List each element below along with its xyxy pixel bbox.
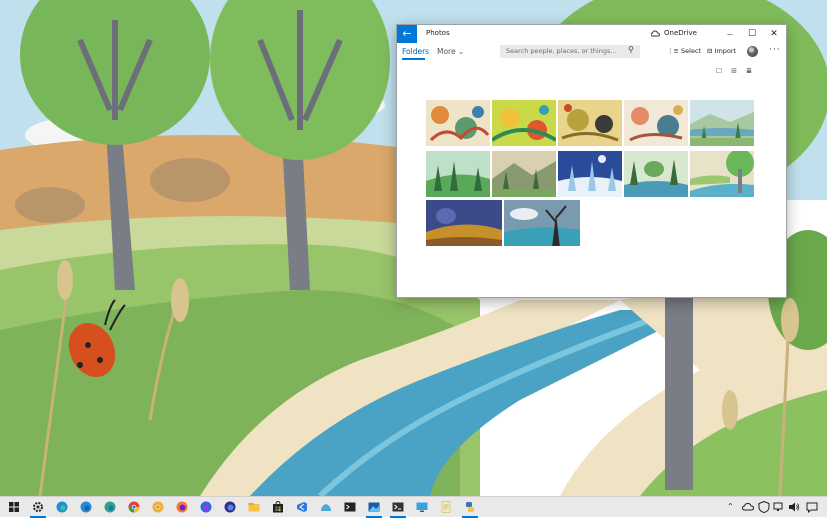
select-label: Select: [681, 47, 702, 55]
minimize-button[interactable]: —: [719, 25, 741, 43]
more-options-button[interactable]: ···: [769, 45, 781, 55]
app-title: Photos: [426, 29, 450, 37]
edge-beta-taskbar-button[interactable]: [80, 501, 92, 513]
view-medium-icon[interactable]: ⊞: [729, 66, 739, 76]
taskbar: ⌃: [0, 496, 827, 518]
show-hidden-icons-button[interactable]: ⌃: [727, 501, 734, 513]
photo-thumbnail[interactable]: [426, 100, 490, 146]
onedrive-tray-icon[interactable]: [741, 501, 755, 513]
folder-icon: [248, 503, 260, 512]
search-icon[interactable]: ⚲: [628, 45, 634, 54]
store-bag-icon: [273, 500, 283, 513]
network-icon: [773, 502, 783, 511]
security-tray-icon[interactable]: [758, 500, 770, 514]
firefox-icon: [176, 501, 188, 513]
photos-icon: [368, 502, 380, 512]
photo-thumbnail[interactable]: [624, 100, 688, 146]
firefox-nightly-taskbar-button[interactable]: [224, 501, 236, 513]
python-icon: [466, 502, 474, 512]
select-icon: ⋮≡: [667, 47, 679, 55]
photo-thumbnail[interactable]: [426, 200, 502, 246]
speaker-icon: [789, 502, 800, 512]
store-taskbar-button[interactable]: [272, 500, 284, 513]
notepad-icon: [441, 501, 451, 513]
start-button[interactable]: [8, 501, 20, 513]
remote-desktop-taskbar-button[interactable]: [416, 501, 428, 513]
notifications-tray-icon[interactable]: [806, 501, 818, 514]
cloud-tool-icon: [321, 504, 331, 511]
photo-thumbnail[interactable]: [492, 100, 556, 146]
arrow-left-icon: ←: [402, 27, 412, 40]
monitor-icon: [416, 502, 428, 512]
notepad-taskbar-button[interactable]: [440, 501, 452, 513]
firefox-taskbar-button[interactable]: [176, 501, 188, 513]
onedrive-label: OneDrive: [664, 29, 697, 37]
minimize-icon: —: [727, 31, 733, 38]
cloud-icon: [741, 502, 755, 511]
code-editor-icon: [297, 502, 307, 512]
gear-icon: [33, 502, 43, 512]
select-button[interactable]: ⋮≡ Select: [667, 47, 701, 55]
back-button[interactable]: ←: [397, 25, 417, 43]
photo-thumbnail[interactable]: [690, 151, 754, 197]
view-list-icon[interactable]: ≣: [744, 66, 754, 76]
photo-thumbnail[interactable]: [558, 100, 622, 146]
shield-icon: [758, 500, 770, 514]
close-button[interactable]: ✕: [763, 25, 785, 43]
chrome-canary-taskbar-button[interactable]: [152, 501, 164, 513]
tab-more[interactable]: More ⌄: [437, 47, 464, 56]
windows-icon: [9, 502, 19, 512]
chrome-canary-icon: [152, 501, 164, 513]
edge-beta-icon: [80, 501, 92, 513]
firefox-dev-icon: [200, 501, 212, 513]
firefox-dev-taskbar-button[interactable]: [200, 501, 212, 513]
tab-active-indicator: [402, 58, 425, 60]
photos-app-window: ← Photos OneDrive — ☐ ✕ Folders More ⌄ S…: [397, 25, 786, 297]
maximize-icon: ☐: [747, 29, 757, 39]
chrome-icon: [128, 501, 140, 513]
edge-icon: [56, 501, 68, 513]
terminal-icon: [344, 502, 356, 512]
photo-thumbnail[interactable]: [558, 151, 622, 197]
maximize-button[interactable]: ☐: [741, 25, 763, 43]
onedrive-status[interactable]: OneDrive: [651, 29, 697, 37]
import-icon: ⊟: [707, 47, 713, 55]
volume-tray-icon[interactable]: [788, 501, 800, 513]
search-placeholder: Search people, places, or things...: [506, 47, 617, 55]
search-input[interactable]: Search people, places, or things... ⚲: [500, 45, 640, 58]
photo-thumbnail[interactable]: [690, 100, 754, 146]
photo-thumbnail[interactable]: [624, 151, 688, 197]
chrome-taskbar-button[interactable]: [128, 501, 140, 513]
terminal-taskbar-button[interactable]: [344, 501, 356, 513]
photos-taskbar-button[interactable]: [368, 501, 380, 513]
edge-dev-icon: [104, 501, 116, 513]
file-explorer-taskbar-button[interactable]: [248, 501, 260, 513]
toolbar: Folders More ⌄ Search people, places, or…: [397, 43, 786, 65]
photo-thumbnail[interactable]: [492, 151, 556, 197]
powershell-taskbar-button[interactable]: [392, 501, 404, 513]
photo-thumbnail[interactable]: [504, 200, 580, 246]
settings-taskbar-button[interactable]: [32, 501, 44, 513]
title-bar: ← Photos OneDrive — ☐ ✕: [397, 25, 786, 43]
visual-studio-taskbar-button[interactable]: [296, 501, 308, 513]
edge-dev-taskbar-button[interactable]: [104, 501, 116, 513]
network-tray-icon[interactable]: [773, 501, 785, 513]
python-taskbar-button[interactable]: [464, 501, 476, 513]
tab-folders[interactable]: Folders: [402, 47, 429, 56]
azure-tool-taskbar-button[interactable]: [320, 501, 332, 513]
import-button[interactable]: ⊟ Import: [707, 47, 736, 55]
import-label: Import: [714, 47, 737, 55]
firefox-nightly-icon: [224, 501, 236, 513]
avatar[interactable]: [747, 46, 758, 57]
view-large-icon[interactable]: ☐: [714, 66, 724, 76]
notification-icon: [806, 502, 818, 514]
close-icon: ✕: [770, 29, 778, 39]
photo-thumbnail[interactable]: [426, 151, 490, 197]
cloud-icon: [651, 30, 660, 36]
edge-taskbar-button[interactable]: [56, 501, 68, 513]
powershell-icon: [392, 502, 404, 512]
